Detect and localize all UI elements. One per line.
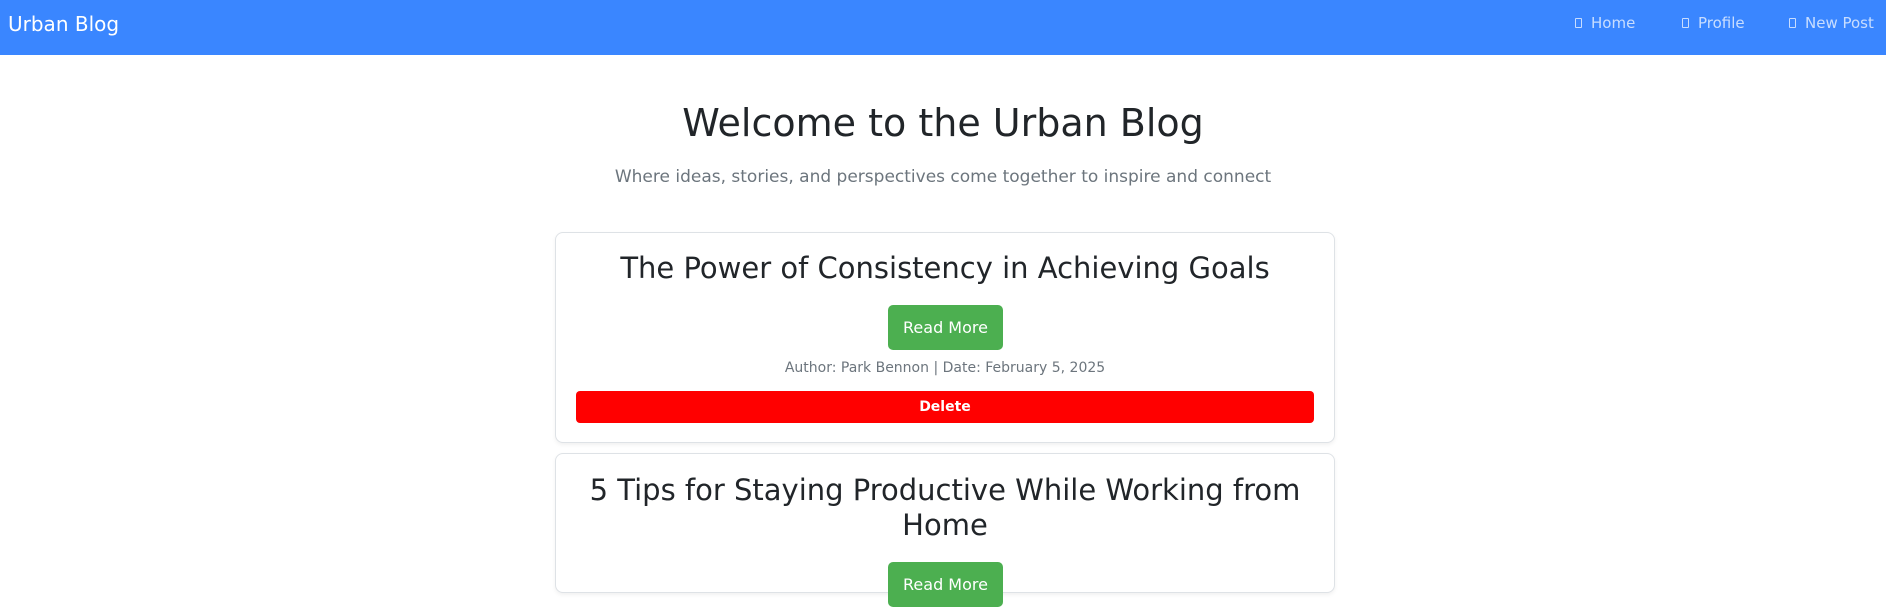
read-more-button[interactable]: Read More (888, 305, 1003, 350)
post-card: The Power of Consistency in Achieving Go… (555, 232, 1335, 443)
page-title: Welcome to the Urban Blog (682, 101, 1204, 145)
nav-link-label: New Post (1805, 14, 1874, 32)
delete-button[interactable]: Delete (576, 391, 1314, 423)
nav-link-label: Home (1591, 14, 1636, 32)
new-post-icon (1789, 18, 1796, 28)
nav-link-label: Profile (1698, 14, 1745, 32)
post-meta: Author: Park Bennon | Date: February 5, … (784, 360, 1106, 376)
page-subtitle: Where ideas, stories, and perspectives c… (614, 167, 1272, 187)
home-icon (1575, 18, 1582, 28)
profile-icon (1682, 18, 1689, 28)
post-card: 5 Tips for Staying Productive While Work… (555, 453, 1335, 607)
brand-logo-link[interactable]: Urban Blog (8, 11, 119, 37)
read-more-button[interactable]: Read More (888, 562, 1003, 607)
post-title: 5 Tips for Staying Productive While Work… (589, 473, 1301, 542)
nav-link-home[interactable]: Home (1575, 13, 1635, 33)
top-navbar: Urban Blog Home Profile New Post (0, 0, 1886, 55)
post-title: The Power of Consistency in Achieving Go… (620, 251, 1270, 285)
nav-link-profile[interactable]: Profile (1682, 13, 1745, 33)
nav-link-new-post[interactable]: New Post (1789, 13, 1874, 33)
